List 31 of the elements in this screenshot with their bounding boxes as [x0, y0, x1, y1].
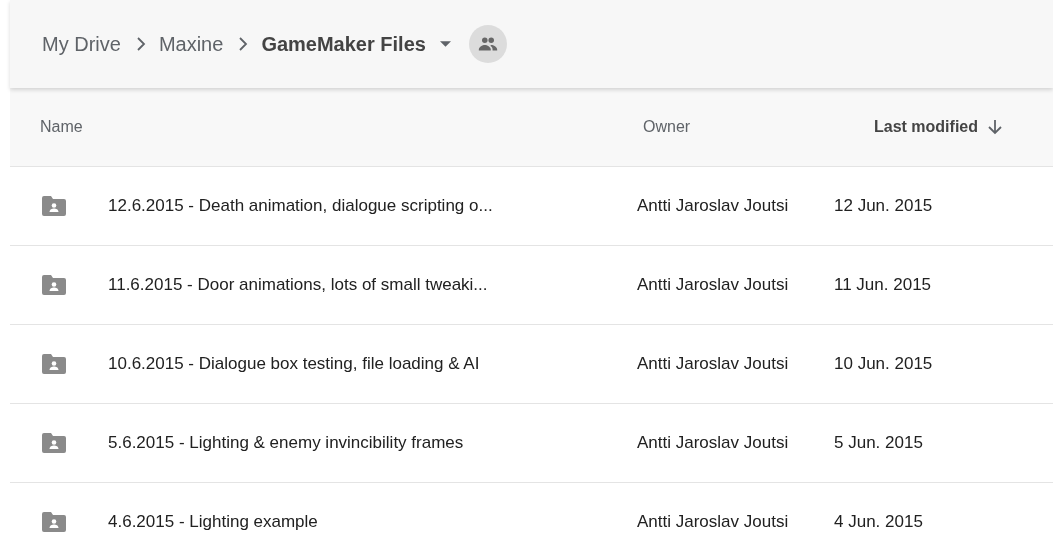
shared-folder-icon [42, 275, 66, 295]
column-header[interactable]: Last modified [834, 118, 1002, 136]
column-header[interactable]: Owner [610, 118, 834, 136]
table-cell-text: Antti Jaroslav Joutsi [636, 275, 790, 295]
table-cell: 10 Jun. 2015 [834, 354, 933, 374]
shared-folder-icon [42, 196, 66, 216]
table-cell-text: Antti Jaroslav Joutsi [636, 354, 790, 374]
table-cell-text: Antti Jaroslav Joutsi [636, 433, 790, 453]
dropdown-caret-icon[interactable] [439, 41, 451, 47]
table-cell: 4 Jun. 2015 [834, 512, 923, 532]
file-name[interactable]: 12.6.2015 - Death animation, dialogue scripting o... [108, 196, 493, 216]
shared-folder-icon [42, 433, 66, 453]
chevron-icon [238, 37, 249, 51]
chevron-icon [135, 37, 146, 51]
file-name[interactable]: 11.6.2015 - Door animations, lots of small tweaki... [108, 275, 488, 295]
sort-arrow-icon [988, 119, 1002, 135]
shared-folder-icon [42, 512, 66, 532]
table-cell-text: Antti Jaroslav Joutsi [636, 196, 790, 216]
table-cell: 12 Jun. 2015 [834, 196, 933, 216]
column-header[interactable]: Name [10, 118, 610, 136]
table-cell-text: Antti Jaroslav Joutsi [636, 512, 790, 532]
table-cell: 11 Jun. 2015 [834, 275, 932, 295]
file-name[interactable]: 10.6.2015 - Dialogue box testing, file loading & AI [108, 354, 480, 374]
table-cell: 5 Jun. 2015 [834, 433, 923, 453]
shared-folder-icon [42, 354, 66, 374]
breadcrumb-link[interactable]: My Drive [40, 28, 123, 60]
breadcrumb-link[interactable]: Maxine [156, 28, 226, 60]
file-name[interactable]: 5.6.2015 - Lighting & enemy invincibility frames [108, 433, 464, 453]
breadcrumb-link[interactable]: GameMaker Files [259, 28, 428, 60]
people-icon[interactable] [468, 25, 507, 63]
file-name[interactable]: 4.6.2015 - Lighting example [108, 512, 318, 532]
